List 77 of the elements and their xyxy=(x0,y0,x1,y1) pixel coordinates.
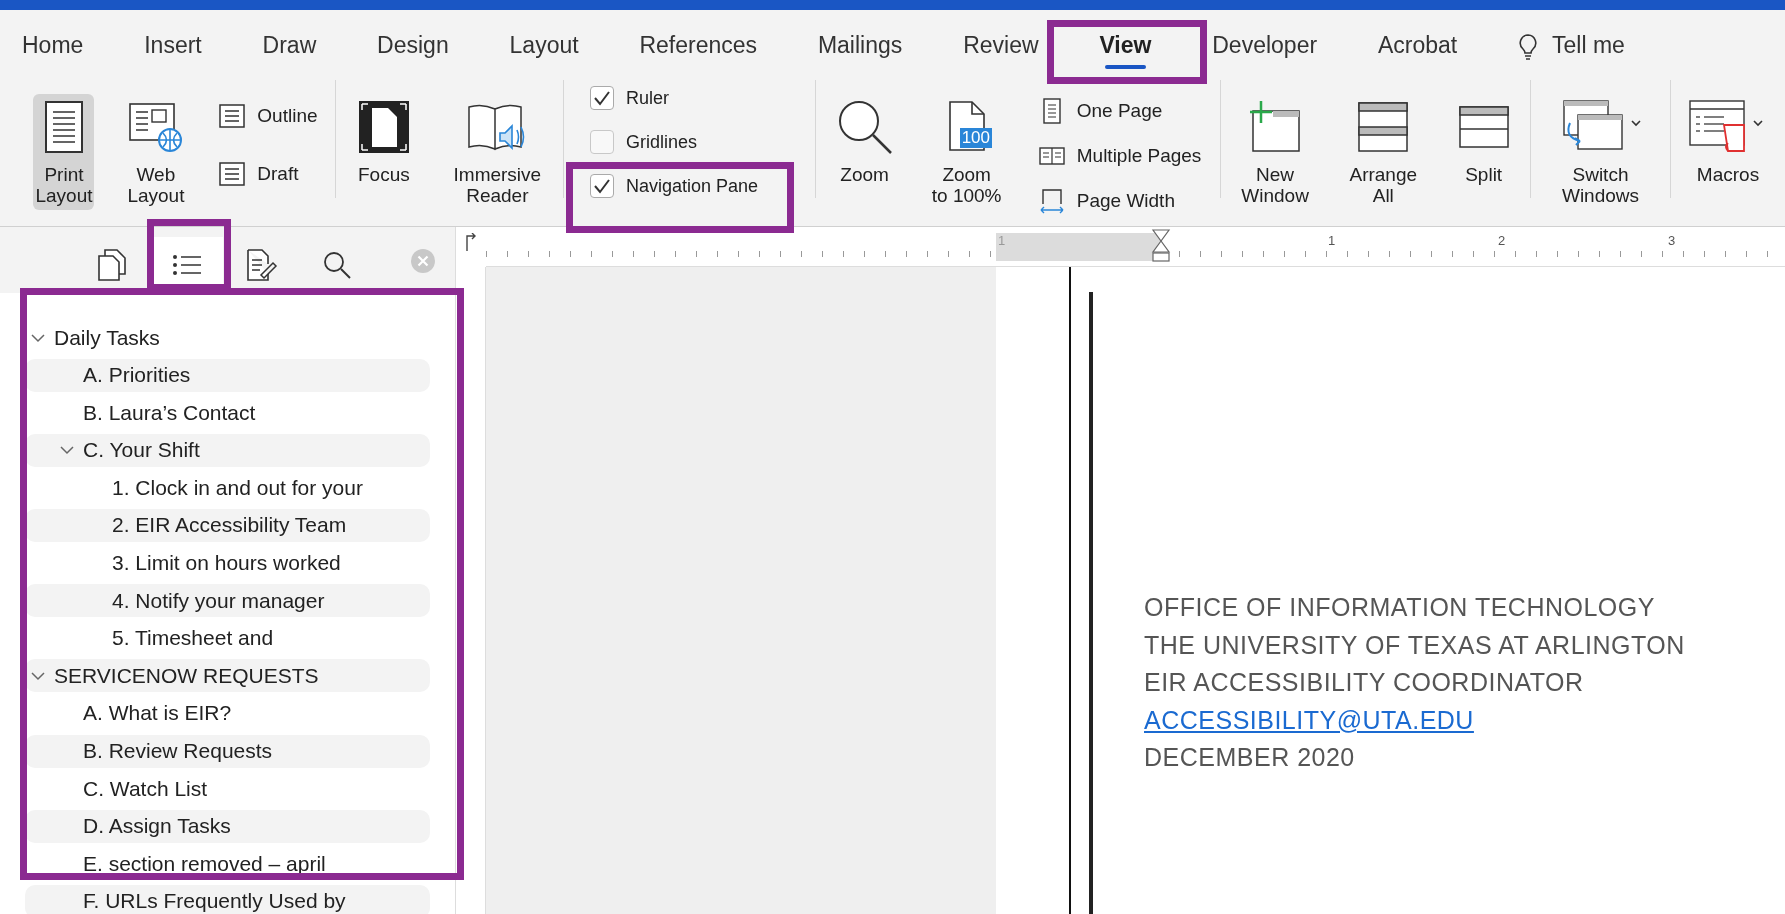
heading-item[interactable]: SERVICENOW REQUESTS xyxy=(25,659,430,693)
pages-icon xyxy=(97,248,127,282)
heading-item[interactable]: A. What is EIR? xyxy=(25,696,430,730)
document-text-line: OFFICE OF INFORMATION TECHNOLOGY xyxy=(1144,592,1656,623)
ruler-number: 1 xyxy=(1328,233,1336,248)
ribbon-tab[interactable]: Developer xyxy=(1212,25,1318,69)
ribbon-tab[interactable]: Acrobat xyxy=(1377,25,1458,69)
macros-button[interactable]: Macros xyxy=(1686,94,1770,189)
heading-item[interactable]: 1. Clock in and out for your xyxy=(25,471,430,505)
page-pencil-icon xyxy=(246,248,278,282)
ribbon-tab[interactable]: Design xyxy=(377,25,449,69)
tab-stop-icon[interactable] xyxy=(465,233,477,251)
checkbox[interactable] xyxy=(590,130,614,154)
heading-item[interactable]: B. Review Requests xyxy=(25,734,430,768)
heading-item[interactable]: 4. Notify your manager xyxy=(25,584,430,618)
window-button[interactable]: Split xyxy=(1455,94,1512,189)
bulleted-list-icon xyxy=(172,253,202,277)
checkbox[interactable] xyxy=(590,86,614,110)
heading-item[interactable]: C. Your Shift xyxy=(25,433,430,467)
ruler-number: 2 xyxy=(1498,233,1506,248)
heading-item[interactable]: 5. Timesheet and xyxy=(25,621,430,655)
view-button[interactable]: Immersive Reader xyxy=(451,94,544,210)
heading-item[interactable]: 2. EIR Accessibility Team xyxy=(25,508,430,542)
heading-item[interactable]: C. Watch List xyxy=(25,772,430,806)
list-icon xyxy=(219,162,246,186)
document-text-line: DECEMBER 2020 xyxy=(1144,742,1356,773)
document-text-line: EIR ACCESSIBILITY COORDINATOR xyxy=(1144,667,1585,698)
window-button[interactable]: Arrange All xyxy=(1347,94,1420,210)
ruler-number: 3 xyxy=(1668,233,1676,248)
heading-item[interactable]: 3. Limit on hours worked xyxy=(25,546,430,580)
ribbon-tab[interactable]: Review xyxy=(963,25,1039,69)
zoom-button[interactable]: Zoom xyxy=(832,94,897,189)
checkbox-label: Ruler xyxy=(626,87,669,109)
heading-item[interactable]: A. Priorities xyxy=(25,358,430,392)
ribbon-tab[interactable]: Layout xyxy=(509,25,579,69)
email-link[interactable]: ACCESSIBILITY@UTA.EDU xyxy=(1144,701,1685,739)
view-button[interactable]: Print Layout xyxy=(33,94,95,210)
heading-item[interactable]: Daily Tasks xyxy=(25,321,430,354)
view-button[interactable]: Draft xyxy=(217,160,320,188)
checkbox-option[interactable]: Navigation Pane xyxy=(590,174,759,198)
ribbon-tab[interactable]: Home xyxy=(22,25,84,69)
search-icon xyxy=(322,250,352,280)
ruler-number: 1 xyxy=(998,233,1006,248)
ribbon-tab[interactable]: References xyxy=(639,25,758,69)
zoom-button[interactable]: 100 Zoom to 100% xyxy=(929,94,1004,210)
view-button[interactable]: Outline xyxy=(217,102,320,130)
list-icon xyxy=(219,104,246,128)
zoom-option[interactable]: One Page xyxy=(1036,96,1204,126)
checkbox-label: Navigation Pane xyxy=(626,175,759,197)
switch-windows-button[interactable]: Switch Windows xyxy=(1557,94,1644,210)
focus-icon xyxy=(357,98,410,156)
ribbon-tab[interactable]: Insert xyxy=(144,25,202,69)
checkbox-option[interactable]: Ruler xyxy=(590,86,669,110)
indent-marker-icon[interactable] xyxy=(1151,229,1171,263)
ribbon-tab[interactable]: Mailings xyxy=(817,25,903,69)
checkbox[interactable] xyxy=(590,174,614,198)
heading-item[interactable]: F. URLs Frequently Used by xyxy=(25,884,430,914)
ribbon-tab[interactable]: Draw xyxy=(262,25,317,69)
chevron-icon[interactable] xyxy=(31,670,45,681)
tell-me-field[interactable]: Tell me xyxy=(1552,25,1625,69)
heading-item[interactable]: D. Assign Tasks xyxy=(25,809,430,843)
checkbox-label: Gridlines xyxy=(626,131,698,153)
view-button[interactable]: Focus xyxy=(355,94,412,189)
lightbulb-icon xyxy=(1518,33,1539,61)
chevron-icon[interactable] xyxy=(31,332,45,343)
zoom-option[interactable]: Multiple Pages xyxy=(1036,141,1204,171)
page-width-icon xyxy=(1038,188,1065,214)
checkbox-option[interactable]: Gridlines xyxy=(590,130,698,154)
view-button[interactable]: Web Layout xyxy=(125,94,187,210)
window-button[interactable]: New Window xyxy=(1239,94,1311,210)
ribbon-tab[interactable]: View xyxy=(1099,25,1152,69)
heading-item[interactable]: B. Laura’s Contact xyxy=(25,396,430,430)
heading-item[interactable]: E. section removed – april xyxy=(25,847,430,881)
chevron-icon[interactable] xyxy=(60,445,74,456)
document-text-line: THE UNIVERSITY OF TEXAS AT ARLINGTON xyxy=(1144,629,1685,661)
page-icon xyxy=(43,98,84,156)
zoom-option[interactable]: Page Width xyxy=(1036,186,1204,216)
